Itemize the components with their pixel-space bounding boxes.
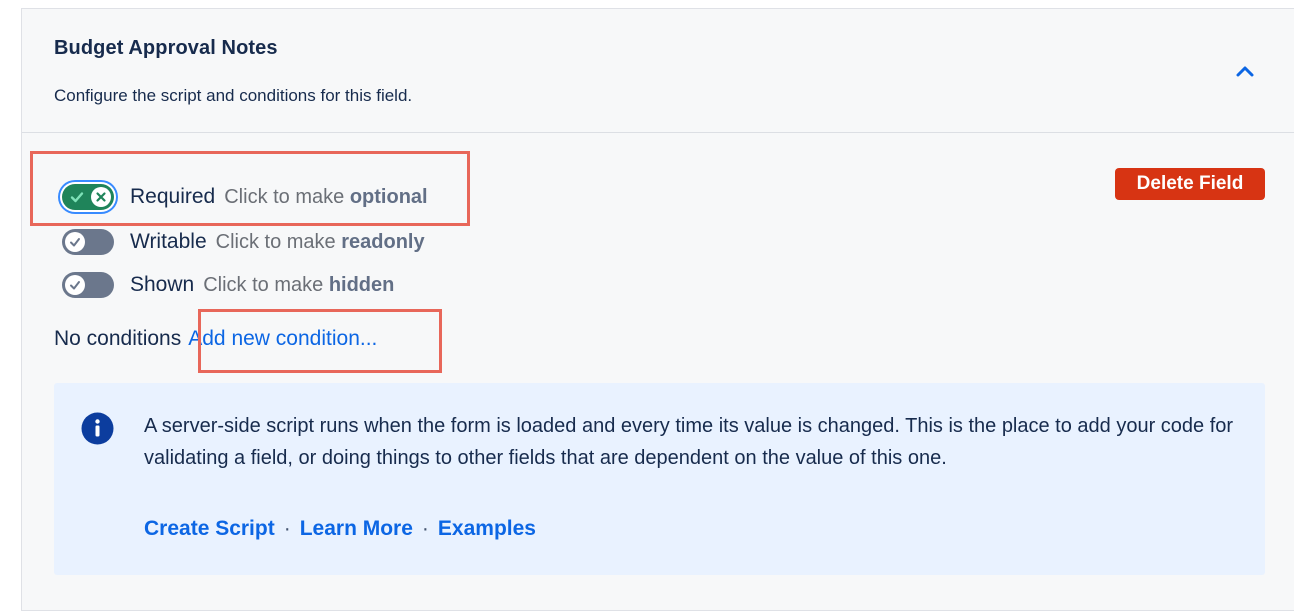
toggle-row-shown: Shown Click to make hidden xyxy=(62,270,394,300)
shown-hint-action: hidden xyxy=(328,273,395,296)
required-hint-action: optional xyxy=(349,185,428,208)
required-hint[interactable]: Click to make optional xyxy=(224,186,427,209)
conditions-row: No conditions Add new condition... xyxy=(54,327,377,351)
panel-title: Budget Approval Notes xyxy=(54,37,278,59)
writable-hint[interactable]: Click to make readonly xyxy=(216,231,425,254)
writable-hint-action: readonly xyxy=(341,230,425,253)
chevron-up-icon xyxy=(1236,66,1254,77)
link-separator: · xyxy=(283,517,291,540)
create-script-link[interactable]: Create Script xyxy=(144,517,275,540)
check-icon xyxy=(70,238,80,247)
writable-toggle[interactable] xyxy=(62,229,114,255)
writable-label: Writable xyxy=(130,230,207,253)
cross-icon xyxy=(96,192,106,202)
required-label: Required xyxy=(130,185,216,208)
add-condition-link[interactable]: Add new condition... xyxy=(188,327,377,350)
collapse-button[interactable] xyxy=(1230,59,1260,83)
info-text: A server-side script runs when the form … xyxy=(144,415,1234,469)
toggle-row-writable: Writable Click to make readonly xyxy=(62,227,425,257)
shown-hint-prefix: Click to make xyxy=(203,273,324,296)
shown-label: Shown xyxy=(130,273,195,296)
field-config-panel: Budget Approval Notes Configure the scri… xyxy=(21,8,1294,611)
toggle-row-required: Required Click to make optional xyxy=(62,182,428,212)
no-conditions-text: No conditions xyxy=(54,327,182,350)
required-toggle[interactable] xyxy=(62,184,114,210)
check-icon xyxy=(70,281,80,290)
info-message: A server-side script runs when the form … xyxy=(54,383,1265,575)
writable-hint-prefix: Click to make xyxy=(215,230,336,253)
required-hint-prefix: Click to make xyxy=(224,185,345,208)
delete-field-button[interactable]: Delete Field xyxy=(1115,168,1265,200)
shown-toggle[interactable] xyxy=(62,272,114,298)
info-links: Create Script · Learn More · Examples xyxy=(144,517,536,541)
check-icon xyxy=(70,192,84,203)
toggle-knob xyxy=(65,232,85,252)
shown-hint[interactable]: Click to make hidden xyxy=(203,274,394,297)
info-icon xyxy=(81,412,114,445)
link-separator: · xyxy=(421,517,429,540)
panel-description: Configure the script and conditions for … xyxy=(54,86,413,105)
examples-link[interactable]: Examples xyxy=(438,517,536,540)
learn-more-link[interactable]: Learn More xyxy=(300,517,413,540)
panel-header: Budget Approval Notes Configure the scri… xyxy=(22,9,1294,133)
toggle-knob xyxy=(65,275,85,295)
toggle-knob xyxy=(91,187,111,207)
